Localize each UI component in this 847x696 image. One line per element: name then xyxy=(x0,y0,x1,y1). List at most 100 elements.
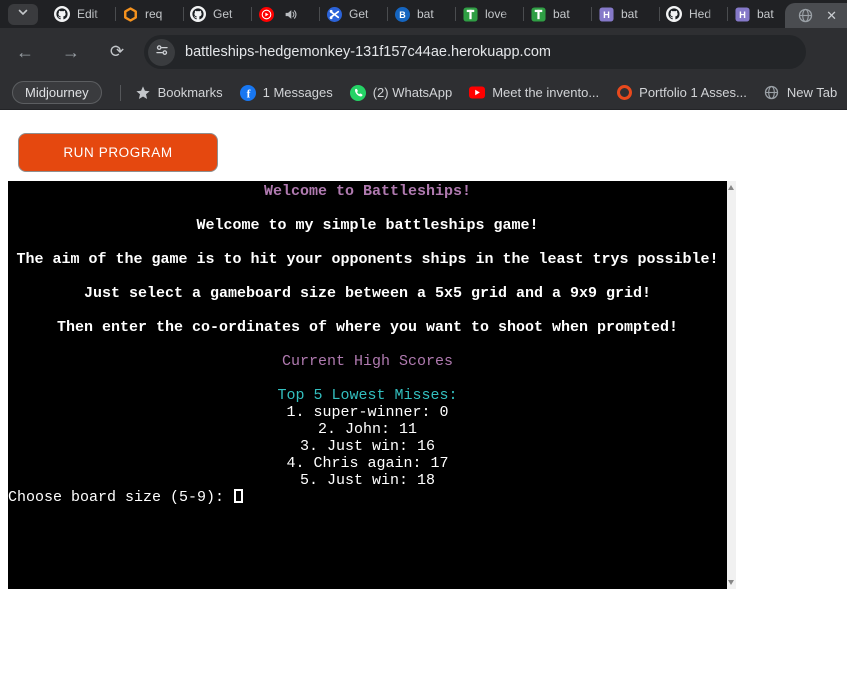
terminal-cursor[interactable] xyxy=(234,489,243,503)
active-tab[interactable]: ✕ xyxy=(785,3,847,28)
terminal-scrollbar[interactable] xyxy=(727,181,736,589)
bookmark-label: New Tab xyxy=(787,85,837,100)
svg-text:f: f xyxy=(246,88,250,100)
close-icon[interactable]: ✕ xyxy=(826,9,837,22)
terminal-line: 4. Chris again: 17 xyxy=(8,455,727,472)
bookmark-group-midjourney[interactable]: Midjourney xyxy=(12,81,102,104)
bookmark-label: (2) WhatsApp xyxy=(373,85,452,100)
browser-tab-2[interactable]: req xyxy=(116,0,183,28)
browser-tab-9[interactable]: Hbat xyxy=(592,0,659,28)
green-t-icon xyxy=(530,6,546,22)
tab-title: Get xyxy=(213,7,241,21)
site-settings-button[interactable] xyxy=(148,39,175,66)
github-icon xyxy=(54,6,70,22)
github-icon xyxy=(190,6,206,22)
terminal-prompt-line: Choose board size (5-9): xyxy=(8,489,727,506)
tab-list: EditreqGetGetBbatlovebatHbatHedHbat xyxy=(48,0,847,28)
youtube-bm-icon xyxy=(469,85,485,101)
browser-tab-10[interactable]: Hed xyxy=(660,0,727,28)
facebook-icon: f xyxy=(240,85,256,101)
bookmark-item-3[interactable]: f 1 Messages xyxy=(240,85,333,101)
tab-audio-icon xyxy=(282,6,298,22)
bookmark-label: Portfolio 1 Asses... xyxy=(639,85,747,100)
globe-icon xyxy=(797,8,813,24)
terminal-line xyxy=(8,370,727,387)
youtube-icon xyxy=(258,6,274,22)
scroll-up-icon[interactable] xyxy=(728,185,734,190)
svg-text:H: H xyxy=(739,10,746,20)
chevron-down-icon xyxy=(17,5,29,23)
tab-title: bat xyxy=(621,7,649,21)
forward-button[interactable]: → xyxy=(56,37,86,67)
blue-app-icon xyxy=(326,6,342,22)
globe-icon xyxy=(764,85,780,101)
terminal-line: Current High Scores xyxy=(8,353,727,370)
tab-title: Edit xyxy=(77,7,105,21)
terminal-line: The aim of the game is to hit your oppon… xyxy=(8,251,727,268)
tab-title: Get xyxy=(349,7,377,21)
terminal-line: 1. super-winner: 0 xyxy=(8,404,727,421)
terminal-line: Top 5 Lowest Misses: xyxy=(8,387,727,404)
whatsapp-icon xyxy=(350,85,366,101)
terminal-line xyxy=(8,268,727,285)
terminal-lines: Welcome to Battleships! Welcome to my sim… xyxy=(8,183,727,506)
github-icon xyxy=(666,6,682,22)
bookmark-item-7[interactable]: New Tab xyxy=(764,85,837,101)
terminal-line: 2. John: 11 xyxy=(8,421,727,438)
bookmark-label: Bookmarks xyxy=(158,85,223,100)
heroku-icon: H xyxy=(734,6,750,22)
page-content: RUN PROGRAM Welcome to Battleships!Welco… xyxy=(0,110,847,696)
terminal-line xyxy=(8,200,727,217)
bookmark-label: Meet the invento... xyxy=(492,85,599,100)
tab-title: bat xyxy=(553,7,581,21)
bookmark-label: 1 Messages xyxy=(263,85,333,100)
terminal-line: 5. Just win: 18 xyxy=(8,472,727,489)
url-text: battleships-hedgemonkey-131f157c44ae.her… xyxy=(185,44,551,60)
terminal-line: Welcome to my simple battleships game! xyxy=(8,217,727,234)
terminal-line: Welcome to Battleships! xyxy=(8,183,727,200)
address-bar[interactable]: battleships-hedgemonkey-131f157c44ae.her… xyxy=(144,35,806,69)
scroll-down-icon[interactable] xyxy=(728,580,734,585)
browser-tab-1[interactable]: Edit xyxy=(48,0,115,28)
browser-tab-8[interactable]: bat xyxy=(524,0,591,28)
tune-icon xyxy=(155,43,169,62)
tab-title: req xyxy=(145,7,173,21)
bookmark-item-2[interactable]: Bookmarks xyxy=(135,85,223,101)
browser-tab-4[interactable] xyxy=(252,0,319,28)
heroku-icon: H xyxy=(598,6,614,22)
tab-strip: EditreqGetGetBbatlovebatHbatHedHbat ✕ xyxy=(0,0,847,28)
blue-b-icon: B xyxy=(394,6,410,22)
browser-toolbar: ← → ⟳ battleships-hedgemonkey-131f157c44… xyxy=(0,28,847,76)
browser-tab-5[interactable]: Get xyxy=(320,0,387,28)
green-t-icon xyxy=(462,6,478,22)
terminal-line: Just select a gameboard size between a 5… xyxy=(8,285,727,302)
bookmark-item-5[interactable]: Meet the invento... xyxy=(469,85,599,101)
run-program-button[interactable]: RUN PROGRAM xyxy=(18,133,218,172)
bookmark-item-4[interactable]: (2) WhatsApp xyxy=(350,85,452,101)
bookmarks-bar: Midjourney Bookmarks f 1 Messages (2) WhatsA… xyxy=(0,76,847,110)
terminal-line: 3. Just win: 16 xyxy=(8,438,727,455)
reload-button[interactable]: ⟳ xyxy=(102,37,132,67)
svg-text:B: B xyxy=(399,9,406,19)
tab-title: love xyxy=(485,7,513,21)
browser-tab-6[interactable]: Bbat xyxy=(388,0,455,28)
orange-ring-icon xyxy=(616,85,632,101)
terminal-line xyxy=(8,234,727,251)
browser-tab-7[interactable]: love xyxy=(456,0,523,28)
back-button[interactable]: ← xyxy=(10,37,40,67)
star-icon xyxy=(135,85,151,101)
browser-tab-3[interactable]: Get xyxy=(184,0,251,28)
tab-search-button[interactable] xyxy=(8,4,38,25)
svg-text:H: H xyxy=(603,10,610,20)
browser-window: EditreqGetGetBbatlovebatHbatHedHbat ✕ ← … xyxy=(0,0,847,110)
tab-title: bat xyxy=(417,7,445,21)
terminal-output[interactable]: Welcome to Battleships! Welcome to my sim… xyxy=(8,181,736,589)
bookmark-item-6[interactable]: Portfolio 1 Asses... xyxy=(616,85,747,101)
terminal-line xyxy=(8,302,727,319)
tab-title: bat xyxy=(757,7,785,21)
terminal-line: Then enter the co-ordinates of where you… xyxy=(8,319,727,336)
terminal-line xyxy=(8,336,727,353)
bookmarks-separator xyxy=(120,85,121,101)
tab-title: Hed xyxy=(689,7,717,21)
gitpod-icon xyxy=(122,6,138,22)
